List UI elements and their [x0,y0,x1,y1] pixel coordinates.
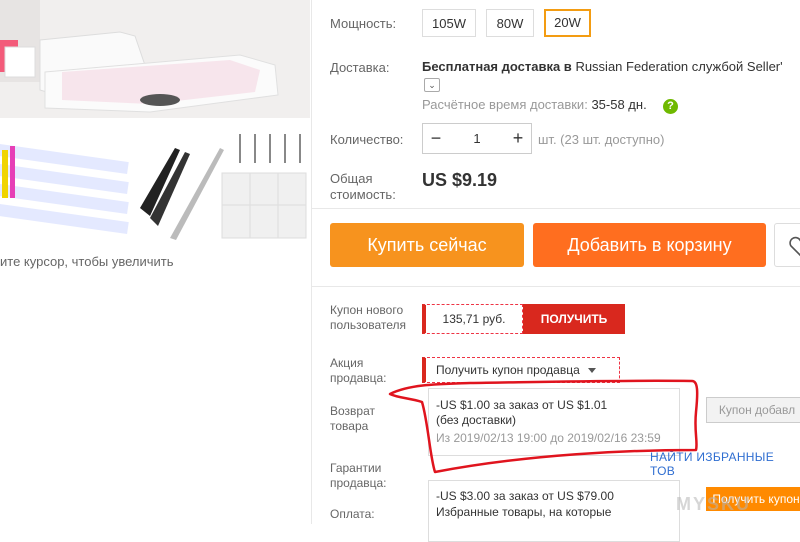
heart-icon [789,236,800,257]
guarantees-label: Гарантии продавца: [330,461,387,490]
product-tools-image[interactable] [0,118,310,248]
delivery-expand-button[interactable]: ⌄ [424,78,440,92]
add-to-cart-button[interactable]: Добавить в корзину [533,223,766,267]
featured-items-link[interactable]: НАЙТИ ИЗБРАННЫЕ ТОВ [650,450,800,478]
decrement-button[interactable]: − [423,124,449,153]
chevron-down-icon: ⌄ [428,80,436,90]
power-option-80w[interactable]: 80W [486,9,534,37]
quantity-available: шт. (23 шт. доступно) [538,132,665,147]
quantity-stepper: − 1 + [422,123,532,154]
power-option-105w[interactable]: 105W [422,9,476,37]
total-label: Общая стоимость: [330,171,396,202]
coupon-2-text: -US $3.00 за заказ от US $79.00 Избранны… [436,489,614,519]
coupon-added-button[interactable]: Купон добавл [706,397,800,423]
quantity-input[interactable]: 1 [449,124,505,153]
increment-button[interactable]: + [505,124,531,153]
get-coupon-button[interactable]: ПОЛУЧИТЬ [523,304,625,334]
quantity-label: Количество: [330,132,404,147]
caret-down-icon [587,368,596,374]
delivery-text: Бесплатная доставка в Russian Federation… [422,59,783,74]
total-price: US $9.19 [422,170,498,190]
returns-label: Возврат товара [330,404,375,433]
help-icon[interactable]: ? [663,99,678,114]
divider [312,208,800,209]
buy-now-button[interactable]: Купить сейчас [330,223,524,267]
coupon-amount: 135,71 руб. [422,304,523,334]
delivery-time-label: Расчётное время доставки: [422,97,588,112]
zoom-hint: ите курсор, чтобы увеличить [0,254,174,269]
delivery-time: Расчётное время доставки: 35-58 дн. [422,97,647,112]
seller-promo-label: Акция продавца: [330,356,387,385]
delivery-free: Бесплатная доставка в [422,59,572,74]
coupon-1-text: -US $1.00 за заказ от US $1.01 (без дост… [436,398,661,445]
seller-coupon-dropdown[interactable]: Получить купон продавца [422,357,620,383]
delivery-country: Russian Federation службой Seller' [575,59,783,74]
divider [311,0,312,524]
product-image-top[interactable] [0,0,310,118]
new-user-coupon-label: Купон нового пользователя [330,303,406,332]
power-option-20w-selected[interactable]: 20W [544,9,591,37]
wishlist-button[interactable] [774,223,800,267]
divider [312,286,800,287]
delivery-time-value: 35-58 дн. [591,97,647,112]
product-machine-image [0,0,310,118]
watermark: MYSKU [676,494,752,514]
delivery-label: Доставка: [330,60,390,75]
payment-label: Оплата: [330,507,375,521]
power-label: Мощность: [330,16,397,31]
